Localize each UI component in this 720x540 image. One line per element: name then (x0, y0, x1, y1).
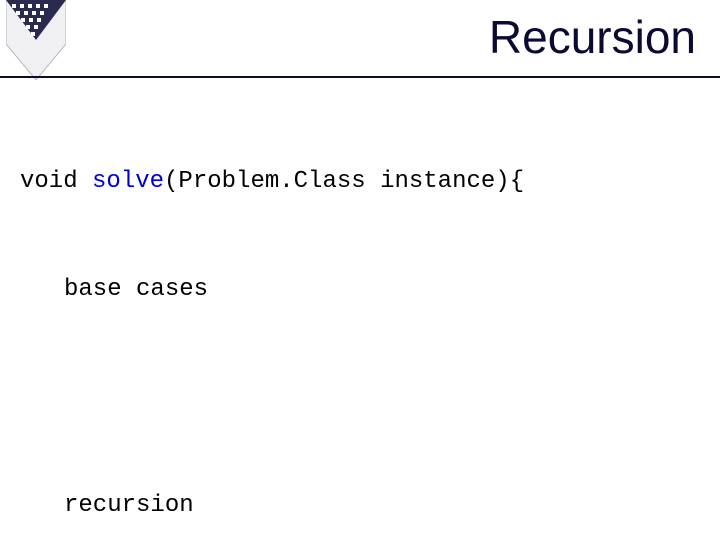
code-text: (Problem.Class instance){ (164, 168, 524, 195)
code-blank-line (20, 380, 700, 416)
slide-title: Recursion (489, 10, 696, 64)
code-line-2: base cases (20, 272, 700, 308)
logo-shield-icon (6, 0, 66, 80)
code-line-3: recursion (20, 488, 700, 524)
title-underline (0, 76, 720, 78)
code-func-name: solve (92, 168, 164, 195)
slide: Recursion void solve(Problem.Class insta… (0, 0, 720, 540)
code-line-1: void solve(Problem.Class instance){ (20, 164, 700, 200)
code-text: void (20, 168, 92, 195)
code-block: void solve(Problem.Class instance){ base… (20, 92, 700, 540)
